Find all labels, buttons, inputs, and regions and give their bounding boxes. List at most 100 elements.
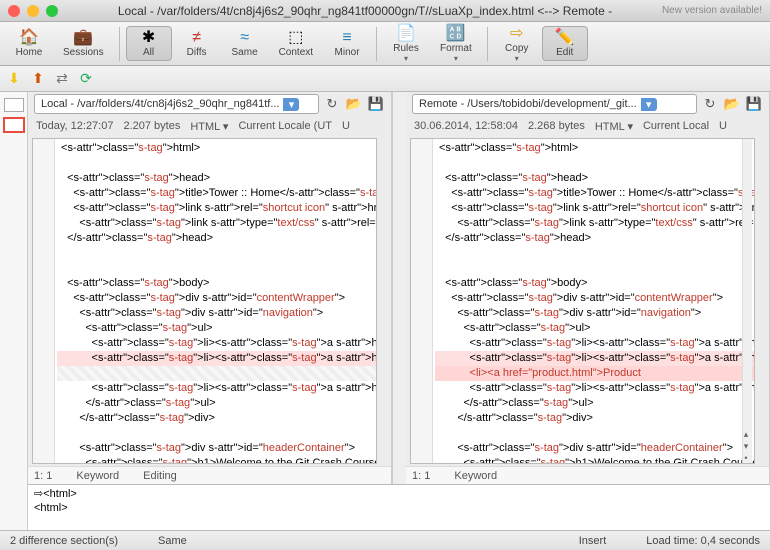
thumbnail[interactable]: [4, 98, 24, 112]
diff-count: 2 difference section(s): [10, 535, 118, 547]
save-icon[interactable]: 💾: [745, 95, 763, 113]
code-line[interactable]: <s-attr">class="s-tag">link s-attr">rel=…: [57, 201, 376, 216]
right-code[interactable]: <s-attr">class="s-tag">html> <s-attr">cl…: [433, 139, 754, 463]
minor-button[interactable]: ≡Minor: [324, 26, 370, 61]
sessions-button[interactable]: 💼Sessions: [54, 26, 113, 61]
separator: [119, 27, 120, 61]
reload-icon[interactable]: ↻: [323, 95, 341, 113]
close-button[interactable]: [8, 5, 20, 17]
scroll-up-icon[interactable]: ▴: [741, 429, 751, 439]
save-icon[interactable]: 💾: [367, 95, 385, 113]
folder-icon[interactable]: 📂: [723, 95, 741, 113]
code-line[interactable]: <s-attr">class="s-tag">li><s-attr">class…: [57, 381, 376, 396]
code-line[interactable]: <s-attr">class="s-tag">head>: [435, 171, 754, 186]
code-line[interactable]: <s-attr">class="s-tag">ul>: [57, 321, 376, 336]
code-line[interactable]: <s-attr">class="s-tag">link s-attr">type…: [57, 216, 376, 231]
code-line[interactable]: <li><a href="product.html">Product: [435, 366, 754, 381]
filetype[interactable]: HTML ▾: [190, 120, 228, 133]
format-button[interactable]: 🔠Format▾: [431, 22, 481, 66]
code-line[interactable]: <s-attr">class="s-tag">title>Tower :: Ho…: [435, 186, 754, 201]
scroll-down-icon[interactable]: ▾: [741, 441, 751, 451]
copy-button[interactable]: ⇨Copy▾: [494, 22, 540, 66]
encoding[interactable]: Current Locale (UT: [238, 120, 332, 132]
code-line[interactable]: [435, 156, 754, 171]
code-line[interactable]: <s-attr">class="s-tag">div s-attr">id="c…: [57, 291, 376, 306]
code-line[interactable]: </s-attr">class="s-tag">head>: [435, 231, 754, 246]
center-scrollbar[interactable]: [392, 92, 406, 484]
right-editor[interactable]: <s-attr">class="s-tag">html> <s-attr">cl…: [410, 138, 755, 464]
code-line[interactable]: <s-attr">class="s-tag">h1>Welcome to the…: [435, 456, 754, 463]
code-line[interactable]: <s-attr">class="s-tag">div s-attr">id="c…: [435, 291, 754, 306]
thumbnail-selected[interactable]: [4, 118, 24, 132]
all-button[interactable]: ✱All: [126, 26, 172, 61]
code-line[interactable]: <s-attr">class="s-tag">link s-attr">rel=…: [435, 201, 754, 216]
scrollbar[interactable]: ▴ ▾ •: [742, 139, 752, 463]
code-line[interactable]: <s-attr">class="s-tag">li><s-attr">class…: [435, 336, 754, 351]
zoom-button[interactable]: [46, 5, 58, 17]
code-line[interactable]: [435, 261, 754, 276]
scroll-dot-icon[interactable]: •: [741, 453, 751, 463]
code-line[interactable]: ⇨ <s-attr">class="s-tag">li><s-attr">cla…: [57, 351, 376, 366]
all-icon: ✱: [142, 29, 155, 47]
code-line[interactable]: ⌐ <s-attr">class="s-tag">li><s-attr">cla…: [435, 351, 754, 366]
reload-icon[interactable]: ↻: [701, 95, 719, 113]
edit-button[interactable]: ✏️Edit: [542, 26, 588, 61]
code-line[interactable]: [57, 426, 376, 441]
prev-diff-up[interactable]: ⬆: [30, 71, 46, 87]
right-path-input[interactable]: Remote - /Users/tobidobi/development/_gi…: [412, 94, 697, 114]
code-line[interactable]: ⌐: [57, 366, 376, 381]
refresh-button[interactable]: ⟳: [78, 71, 94, 87]
line-ending[interactable]: U: [719, 120, 727, 132]
left-path-input[interactable]: Local - /var/folders/4t/cn8j4j6s2_90qhr_…: [34, 94, 319, 114]
code-line[interactable]: [435, 246, 754, 261]
code-line[interactable]: <s-attr">class="s-tag">li><s-attr">class…: [57, 336, 376, 351]
left-code[interactable]: <s-attr">class="s-tag">html> <s-attr">cl…: [55, 139, 376, 463]
code-line[interactable]: <s-attr">class="s-tag">title>Tower :: Ho…: [57, 186, 376, 201]
minimize-button[interactable]: [27, 5, 39, 17]
next-diff-down[interactable]: ⬇: [6, 71, 22, 87]
code-line[interactable]: <s-attr">class="s-tag">div s-attr">id="n…: [435, 306, 754, 321]
code-line[interactable]: <s-attr">class="s-tag">body>: [57, 276, 376, 291]
code-line[interactable]: </s-attr">class="s-tag">head>: [57, 231, 376, 246]
code-line[interactable]: <s-attr">class="s-tag">head>: [57, 171, 376, 186]
home-button[interactable]: 🏠Home: [6, 26, 52, 61]
code-line[interactable]: [435, 426, 754, 441]
right-gutter: [411, 139, 433, 463]
code-line[interactable]: <s-attr">class="s-tag">div s-attr">id="h…: [57, 441, 376, 456]
code-line[interactable]: [57, 246, 376, 261]
code-line[interactable]: </s-attr">class="s-tag">ul>: [57, 396, 376, 411]
chevron-down-icon: ▾: [454, 54, 458, 63]
code-line[interactable]: <s-attr">class="s-tag">html>: [57, 141, 376, 156]
diffs-button[interactable]: ≠Diffs: [174, 26, 220, 61]
folder-icon[interactable]: 📂: [345, 95, 363, 113]
code-line[interactable]: </s-attr">class="s-tag">ul>: [435, 396, 754, 411]
code-line[interactable]: [57, 261, 376, 276]
rules-button[interactable]: 📄Rules▾: [383, 22, 429, 66]
code-line[interactable]: <s-attr">class="s-tag">link s-attr">type…: [435, 216, 754, 231]
swap-button[interactable]: ⇄: [54, 71, 70, 87]
chevron-down-icon[interactable]: ▾: [641, 98, 657, 111]
code-line[interactable]: <s-attr">class="s-tag">ul>: [435, 321, 754, 336]
code-line[interactable]: [57, 156, 376, 171]
code-line[interactable]: <s-attr">class="s-tag">html>: [435, 141, 754, 156]
context-button[interactable]: ⬚Context: [270, 26, 322, 61]
line-ending[interactable]: U: [342, 120, 350, 132]
update-hint[interactable]: New version available!: [662, 5, 762, 16]
filetype[interactable]: HTML ▾: [595, 120, 633, 133]
code-line[interactable]: </s-attr">class="s-tag">div>: [435, 411, 754, 426]
diffs-icon: ≠: [192, 29, 201, 47]
code-line[interactable]: <s-attr">class="s-tag">h1>Welcome to the…: [57, 456, 376, 463]
code-line[interactable]: <s-attr">class="s-tag">li><s-attr">class…: [435, 381, 754, 396]
merge-preview[interactable]: ⇨<html> <html>: [28, 484, 770, 530]
left-editor[interactable]: <s-attr">class="s-tag">html> <s-attr">cl…: [32, 138, 377, 464]
chevron-down-icon[interactable]: ▾: [283, 98, 299, 111]
copy-icon: ⇨: [510, 25, 523, 43]
filesize: 2.207 bytes: [123, 120, 180, 132]
minor-icon: ≡: [342, 29, 351, 47]
encoding[interactable]: Current Local: [643, 120, 709, 132]
code-line[interactable]: <s-attr">class="s-tag">div s-attr">id="h…: [435, 441, 754, 456]
code-line[interactable]: </s-attr">class="s-tag">div>: [57, 411, 376, 426]
code-line[interactable]: <s-attr">class="s-tag">div s-attr">id="n…: [57, 306, 376, 321]
same-button[interactable]: ≈Same: [222, 26, 268, 61]
code-line[interactable]: <s-attr">class="s-tag">body>: [435, 276, 754, 291]
